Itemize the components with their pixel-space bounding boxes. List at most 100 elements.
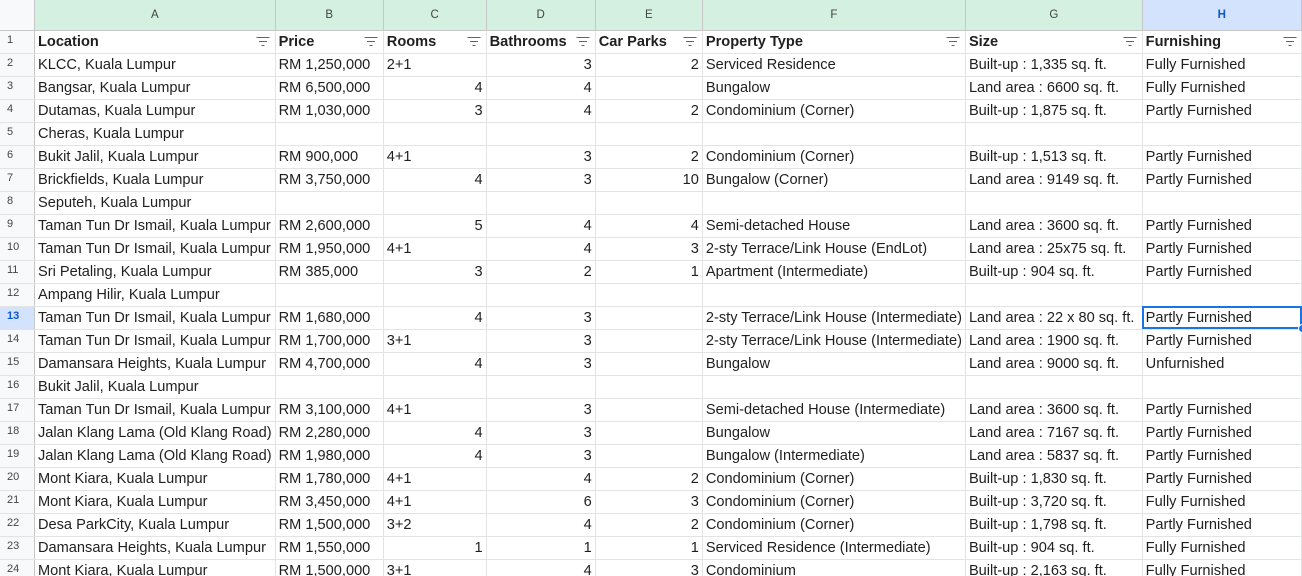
selection-fill-handle[interactable] bbox=[1298, 324, 1302, 333]
cell-size[interactable]: Land area : 6600 sq. ft. bbox=[965, 76, 1143, 100]
filter-icon[interactable] bbox=[683, 36, 697, 47]
row-header[interactable]: 24 bbox=[0, 559, 35, 576]
row-header[interactable]: 18 bbox=[0, 421, 35, 445]
cell-rooms[interactable]: 3 bbox=[383, 99, 487, 123]
row-header[interactable]: 14 bbox=[0, 329, 35, 353]
cell-parks[interactable]: 3 bbox=[595, 490, 703, 514]
cell-type[interactable]: Bungalow bbox=[702, 352, 966, 376]
cell-rooms[interactable]: 3+1 bbox=[383, 329, 487, 353]
cell-location[interactable]: Taman Tun Dr Ismail, Kuala Lumpur bbox=[34, 237, 276, 261]
cell-rooms[interactable]: 1 bbox=[383, 536, 487, 560]
cell-baths[interactable]: 4 bbox=[486, 559, 596, 576]
column-title-cell[interactable]: Car Parks bbox=[595, 30, 703, 54]
cell-price[interactable]: RM 1,980,000 bbox=[275, 444, 384, 468]
cell-rooms[interactable] bbox=[383, 283, 487, 307]
cell-baths[interactable]: 3 bbox=[486, 398, 596, 422]
cell-rooms[interactable]: 2+1 bbox=[383, 53, 487, 77]
filter-icon[interactable] bbox=[364, 36, 378, 47]
cell-parks[interactable]: 2 bbox=[595, 145, 703, 169]
cell-rooms[interactable]: 4+1 bbox=[383, 490, 487, 514]
row-header[interactable]: 17 bbox=[0, 398, 35, 422]
cell-baths[interactable] bbox=[486, 122, 596, 146]
cell-type[interactable] bbox=[702, 191, 966, 215]
cell-size[interactable] bbox=[965, 191, 1143, 215]
cell-size[interactable]: Built-up : 904 sq. ft. bbox=[965, 260, 1143, 284]
cell-location[interactable]: Sri Petaling, Kuala Lumpur bbox=[34, 260, 276, 284]
cell-furn[interactable]: Partly Furnished bbox=[1142, 467, 1302, 491]
cell-location[interactable]: Taman Tun Dr Ismail, Kuala Lumpur bbox=[34, 398, 276, 422]
cell-type[interactable]: Bungalow bbox=[702, 76, 966, 100]
cell-baths[interactable]: 4 bbox=[486, 513, 596, 537]
cell-furn[interactable]: Partly Furnished bbox=[1142, 145, 1302, 169]
cell-price[interactable]: RM 1,950,000 bbox=[275, 237, 384, 261]
cell-location[interactable]: Desa ParkCity, Kuala Lumpur bbox=[34, 513, 276, 537]
cell-baths[interactable] bbox=[486, 191, 596, 215]
cell-location[interactable]: Dutamas, Kuala Lumpur bbox=[34, 99, 276, 123]
cell-rooms[interactable] bbox=[383, 375, 487, 399]
cell-rooms[interactable]: 4 bbox=[383, 444, 487, 468]
cell-parks[interactable] bbox=[595, 191, 703, 215]
cell-location[interactable]: Brickfields, Kuala Lumpur bbox=[34, 168, 276, 192]
cell-size[interactable]: Built-up : 3,720 sq. ft. bbox=[965, 490, 1143, 514]
cell-rooms[interactable]: 3+1 bbox=[383, 559, 487, 576]
cell-baths[interactable]: 2 bbox=[486, 260, 596, 284]
cell-location[interactable]: Mont Kiara, Kuala Lumpur bbox=[34, 467, 276, 491]
cell-type[interactable] bbox=[702, 375, 966, 399]
row-header[interactable]: 15 bbox=[0, 352, 35, 376]
cell-rooms[interactable]: 4 bbox=[383, 168, 487, 192]
cell-furn[interactable]: Fully Furnished bbox=[1142, 53, 1302, 77]
cell-price[interactable]: RM 1,780,000 bbox=[275, 467, 384, 491]
spreadsheet[interactable]: ABCDEFGH 1 Location Price Rooms Bathrooms Car… bbox=[0, 0, 1302, 576]
cell-price[interactable]: RM 2,280,000 bbox=[275, 421, 384, 445]
cell-rooms[interactable]: 5 bbox=[383, 214, 487, 238]
cell-furn[interactable] bbox=[1142, 375, 1302, 399]
cell-furn[interactable]: Partly Furnished bbox=[1142, 306, 1302, 330]
cell-furn[interactable]: Fully Furnished bbox=[1142, 559, 1302, 576]
cell-parks[interactable] bbox=[595, 283, 703, 307]
column-title-cell[interactable]: Size bbox=[965, 30, 1143, 54]
cell-parks[interactable] bbox=[595, 306, 703, 330]
cell-size[interactable]: Land area : 3600 sq. ft. bbox=[965, 398, 1143, 422]
cell-furn[interactable]: Partly Furnished bbox=[1142, 421, 1302, 445]
cell-location[interactable]: Taman Tun Dr Ismail, Kuala Lumpur bbox=[34, 329, 276, 353]
select-all-corner[interactable] bbox=[0, 0, 35, 31]
cell-price[interactable]: RM 1,550,000 bbox=[275, 536, 384, 560]
cell-furn[interactable]: Partly Furnished bbox=[1142, 237, 1302, 261]
cell-furn[interactable]: Partly Furnished bbox=[1142, 260, 1302, 284]
column-header-a[interactable]: A bbox=[34, 0, 276, 31]
filter-icon[interactable] bbox=[1283, 36, 1296, 47]
cell-size[interactable]: Built-up : 1,875 sq. ft. bbox=[965, 99, 1143, 123]
cell-size[interactable] bbox=[965, 122, 1143, 146]
cell-price[interactable]: RM 1,680,000 bbox=[275, 306, 384, 330]
row-header[interactable]: 5 bbox=[0, 122, 35, 146]
cell-location[interactable]: Bangsar, Kuala Lumpur bbox=[34, 76, 276, 100]
cell-size[interactable]: Built-up : 2,163 sq. ft. bbox=[965, 559, 1143, 576]
cell-price[interactable] bbox=[275, 122, 384, 146]
cell-location[interactable]: KLCC, Kuala Lumpur bbox=[34, 53, 276, 77]
cell-baths[interactable]: 4 bbox=[486, 76, 596, 100]
cell-location[interactable]: Taman Tun Dr Ismail, Kuala Lumpur bbox=[34, 214, 276, 238]
cell-location[interactable]: Mont Kiara, Kuala Lumpur bbox=[34, 559, 276, 576]
column-header-h[interactable]: H bbox=[1142, 0, 1302, 31]
cell-baths[interactable]: 3 bbox=[486, 329, 596, 353]
cell-parks[interactable]: 2 bbox=[595, 467, 703, 491]
cell-furn[interactable]: Partly Furnished bbox=[1142, 168, 1302, 192]
cell-size[interactable]: Land area : 9000 sq. ft. bbox=[965, 352, 1143, 376]
cell-baths[interactable]: 4 bbox=[486, 467, 596, 491]
row-header[interactable]: 7 bbox=[0, 168, 35, 192]
cell-type[interactable] bbox=[702, 122, 966, 146]
cell-price[interactable]: RM 1,030,000 bbox=[275, 99, 384, 123]
cell-price[interactable]: RM 1,700,000 bbox=[275, 329, 384, 353]
cell-furn[interactable]: Fully Furnished bbox=[1142, 76, 1302, 100]
cell-furn[interactable] bbox=[1142, 283, 1302, 307]
cell-price[interactable]: RM 6,500,000 bbox=[275, 76, 384, 100]
cell-size[interactable]: Land area : 22 x 80 sq. ft. bbox=[965, 306, 1143, 330]
cell-baths[interactable]: 3 bbox=[486, 444, 596, 468]
cell-type[interactable]: Condominium bbox=[702, 559, 966, 576]
cell-baths[interactable]: 3 bbox=[486, 352, 596, 376]
cell-rooms[interactable]: 4+1 bbox=[383, 237, 487, 261]
column-header-b[interactable]: B bbox=[275, 0, 384, 31]
cell-baths[interactable]: 3 bbox=[486, 421, 596, 445]
cell-location[interactable]: Jalan Klang Lama (Old Klang Road) bbox=[34, 444, 276, 468]
row-header[interactable]: 2 bbox=[0, 53, 35, 77]
